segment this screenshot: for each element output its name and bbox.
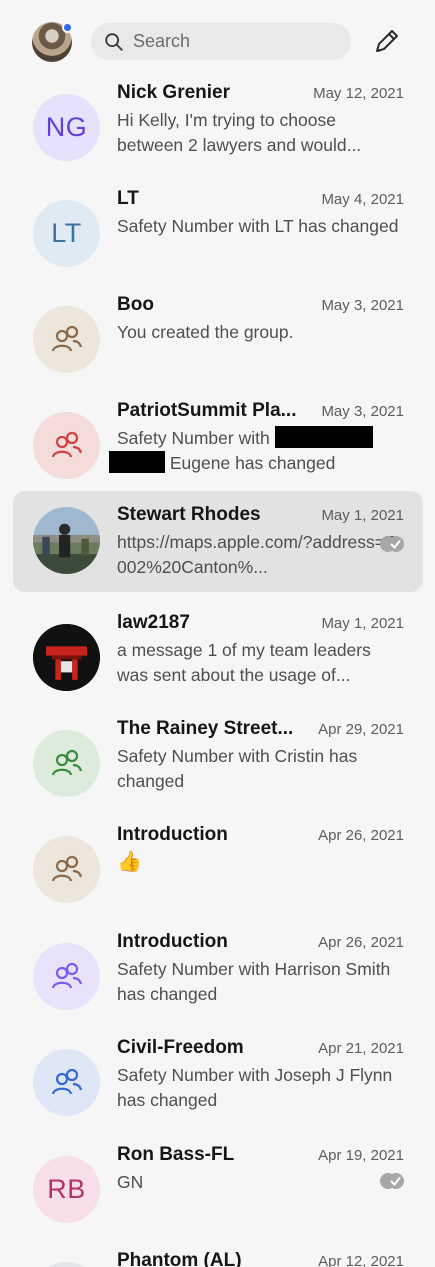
group-icon <box>51 962 82 988</box>
avatar <box>33 1049 100 1116</box>
read-receipt-icon <box>380 536 404 552</box>
conversation-item[interactable]: NG Nick Grenier May 12, 2021 Hi Kelly, I… <box>13 82 423 182</box>
conversation-item[interactable]: PatriotSummit Pla... May 3, 2021 Safety … <box>13 400 423 500</box>
message-snippet: Safety Number with Cristin has changed <box>117 746 358 791</box>
snippet-part: Safety Number with <box>117 428 270 448</box>
conversation-item[interactable]: Introduction Apr 26, 2021 👍 <box>13 824 423 924</box>
avatar <box>33 507 100 574</box>
contact-name: Ron Bass-FL <box>117 1144 235 1165</box>
group-icon <box>51 1068 82 1094</box>
avatar <box>33 943 100 1010</box>
top-bar: Search <box>0 0 435 82</box>
message-date: Apr 19, 2021 <box>318 1147 404 1164</box>
group-icon <box>51 855 82 881</box>
message-snippet: Safety Number with Joseph J Flynn has ch… <box>117 1065 393 1110</box>
message-snippet: You created the group. <box>117 322 294 342</box>
conversation-item[interactable]: Stewart Rhodes May 1, 2021 https://maps.… <box>13 491 423 592</box>
conversation-item[interactable]: Boo May 3, 2021 You created the group. <box>13 294 423 394</box>
message-date: Apr 26, 2021 <box>318 827 404 844</box>
group-icon <box>51 431 82 457</box>
avatar: LT <box>33 200 100 267</box>
redaction-box <box>109 451 165 473</box>
contact-name: Phantom (AL) <box>117 1250 242 1267</box>
message-date: May 1, 2021 <box>321 615 404 632</box>
avatar <box>33 836 100 903</box>
contact-name: The Rainey Street... <box>117 718 294 739</box>
message-date: Apr 29, 2021 <box>318 721 404 738</box>
conversation-item[interactable]: LT LT May 4, 2021 Safety Number with LT … <box>13 188 423 288</box>
contact-name: Boo <box>117 294 154 315</box>
search-bar[interactable]: Search <box>91 23 351 60</box>
avatar <box>33 624 100 691</box>
message-date: May 3, 2021 <box>321 297 404 314</box>
avatar <box>33 730 100 797</box>
snippet-part: Eugene has changed <box>169 453 336 473</box>
compose-icon[interactable] <box>370 26 402 58</box>
message-date: Apr 21, 2021 <box>318 1040 404 1057</box>
avatar <box>33 412 100 479</box>
conversation-item[interactable]: Civil-Freedom Apr 21, 2021 Safety Number… <box>13 1037 423 1137</box>
avatar <box>33 306 100 373</box>
conversation-item[interactable]: law2187 May 1, 2021 a message 1 of my te… <box>13 612 423 712</box>
message-date: May 3, 2021 <box>321 403 404 420</box>
message-date: Apr 26, 2021 <box>318 934 404 951</box>
emblem-photo-icon <box>33 624 100 691</box>
group-icon <box>51 325 82 351</box>
contact-name: Civil-Freedom <box>117 1037 244 1058</box>
message-snippet: Safety Number with Eugene has changed <box>109 426 401 476</box>
avatar: NG <box>33 94 100 161</box>
message-snippet: Hi Kelly, I'm trying to choose between 2… <box>117 110 362 155</box>
conversation-item[interactable]: RB Ron Bass-FL Apr 19, 2021 GN <box>13 1144 423 1244</box>
message-snippet: Safety Number with Harrison Smith has ch… <box>117 959 391 1004</box>
contact-name: Introduction <box>117 931 228 952</box>
message-snippet: GN <box>117 1172 144 1192</box>
message-date: May 12, 2021 <box>313 85 404 102</box>
conversation-item[interactable]: The Rainey Street... Apr 29, 2021 Safety… <box>13 718 423 818</box>
group-icon <box>51 749 82 775</box>
message-date: May 4, 2021 <box>321 191 404 208</box>
read-receipt-icon <box>380 1173 404 1189</box>
contact-name: Introduction <box>117 824 228 845</box>
search-icon <box>105 32 123 51</box>
avatar: RB <box>33 1156 100 1223</box>
contact-name: Stewart Rhodes <box>117 504 261 525</box>
avatar-initials: LT <box>51 218 82 248</box>
conversation-item[interactable]: Introduction Apr 26, 2021 Safety Number … <box>13 931 423 1031</box>
avatar-initials: RB <box>47 1174 86 1204</box>
contact-name: PatriotSummit Pla... <box>117 400 297 421</box>
contact-name: LT <box>117 188 139 209</box>
notification-dot <box>62 22 73 33</box>
search-input[interactable]: Search <box>133 31 190 52</box>
message-date: Apr 12, 2021 <box>318 1253 404 1267</box>
person-photo-icon <box>33 523 100 558</box>
conversation-item[interactable]: Phantom (AL) Apr 12, 2021 <box>13 1250 423 1267</box>
avatar <box>33 1262 100 1267</box>
thumbs-up-emoji: 👍 <box>117 851 142 873</box>
contact-name: Nick Grenier <box>117 82 230 103</box>
message-snippet: Safety Number with LT has changed <box>117 216 399 236</box>
contact-name: law2187 <box>117 612 190 633</box>
avatar-initials: NG <box>45 112 88 142</box>
message-date: May 1, 2021 <box>321 507 404 524</box>
message-snippet: https://maps.apple.com/?address=7002%20C… <box>117 532 395 577</box>
message-snippet: a message 1 of my team leaders was sent … <box>117 640 371 685</box>
redaction-box <box>274 426 373 448</box>
